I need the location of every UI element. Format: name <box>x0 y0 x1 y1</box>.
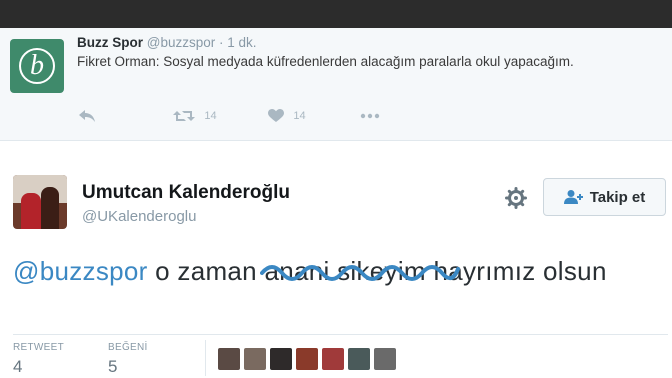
retweet-count: 14 <box>204 109 217 122</box>
mention-link[interactable]: @buzzspor <box>13 256 148 286</box>
stats-divider <box>13 334 668 335</box>
like-stat-label: BEĞENİ <box>108 342 148 353</box>
liker-avatar[interactable] <box>218 348 240 370</box>
author-name[interactable]: Buzz Spor <box>77 35 143 50</box>
follow-button[interactable]: Takip et <box>543 178 666 216</box>
liker-avatar[interactable] <box>374 348 396 370</box>
retweet-icon <box>173 110 195 121</box>
tweet-header: Buzz Spor @buzzspor · 1 dk. <box>77 35 257 50</box>
text-part-1: o zaman <box>155 256 257 286</box>
liker-avatar[interactable] <box>322 348 344 370</box>
liker-avatar[interactable] <box>270 348 292 370</box>
buzz-spor-logo[interactable]: b <box>10 39 64 93</box>
tweet-text: Fikret Orman: Sosyal medyada küfredenler… <box>77 54 574 69</box>
gear-icon[interactable] <box>505 187 527 214</box>
divider <box>0 140 672 141</box>
heart-icon <box>268 108 284 122</box>
author-name[interactable]: Umutcan Kalenderoğlu <box>82 182 290 204</box>
separator: · <box>219 35 224 50</box>
reply-button[interactable] <box>78 108 96 123</box>
quoted-tweet-card[interactable]: b Buzz Spor @buzzspor · 1 dk. Fikret Orm… <box>0 28 672 140</box>
more-icon <box>360 113 380 119</box>
liker-avatar[interactable] <box>296 348 318 370</box>
add-user-icon <box>563 190 583 204</box>
author-handle[interactable]: @UKalenderoglu <box>82 208 196 225</box>
like-count: 14 <box>293 109 306 122</box>
tweet-time[interactable]: 1 dk. <box>227 35 256 50</box>
retweet-stat-value[interactable]: 4 <box>13 357 22 377</box>
retweet-button[interactable]: 14 <box>173 108 217 123</box>
retweet-stat-label: RETWEET <box>13 342 64 353</box>
stats-separator <box>205 340 206 376</box>
liker-avatar[interactable] <box>348 348 370 370</box>
liker-avatar[interactable] <box>244 348 266 370</box>
scribble-overlay <box>260 265 461 281</box>
reply-icon <box>79 109 95 122</box>
top-dark-bar <box>0 0 672 28</box>
avatar[interactable] <box>13 175 67 229</box>
author-handle[interactable]: @buzzspor <box>147 35 215 50</box>
more-button[interactable] <box>360 108 380 123</box>
logo-letter: b <box>19 48 55 84</box>
like-stat-value[interactable]: 5 <box>108 357 117 377</box>
tweet-text: @buzzspor o zaman anani sikeyim hayrımız… <box>13 253 653 289</box>
like-button[interactable]: 14 <box>268 108 306 123</box>
scribbled-text: anani sikeyim <box>260 253 461 289</box>
follow-label: Takip et <box>589 188 646 206</box>
